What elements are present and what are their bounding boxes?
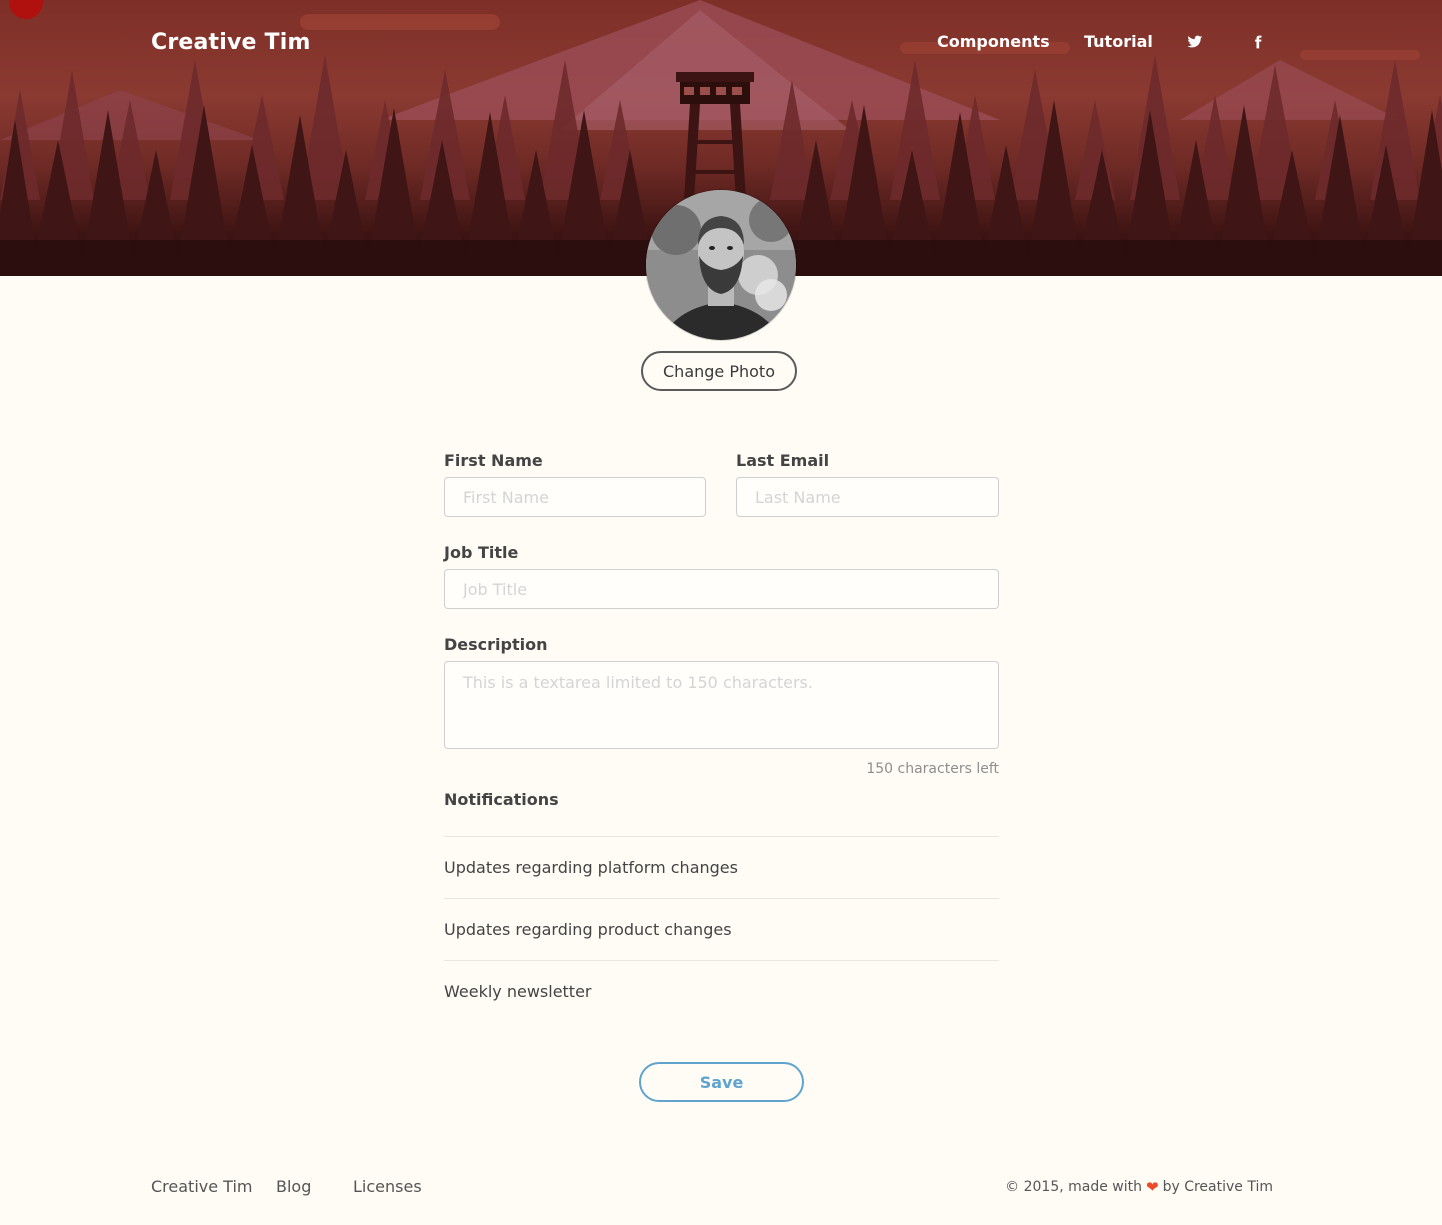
notification-label: Updates regarding platform changes	[444, 858, 738, 877]
notification-item-platform-changes[interactable]: Updates regarding platform changes	[444, 836, 999, 898]
facebook-icon[interactable]	[1251, 34, 1269, 52]
avatar-photo-illustration	[646, 190, 796, 340]
nav-link-tutorial[interactable]: Tutorial	[1084, 32, 1153, 51]
top-navigation: Components Tutorial	[0, 32, 1442, 54]
heart-icon: ❤	[1146, 1178, 1159, 1196]
footer-link-creative-tim[interactable]: Creative Tim	[151, 1177, 252, 1196]
save-button[interactable]: Save	[639, 1062, 804, 1102]
notification-item-product-changes[interactable]: Updates regarding product changes	[444, 898, 999, 960]
change-photo-button[interactable]: Change Photo	[641, 351, 797, 391]
footer-link-licenses[interactable]: Licenses	[353, 1177, 422, 1196]
job-title-input[interactable]	[444, 569, 999, 609]
notification-label: Updates regarding product changes	[444, 920, 732, 939]
notifications-heading: Notifications	[444, 790, 559, 809]
characters-left-counter: 150 characters left	[866, 761, 999, 777]
description-textarea[interactable]	[444, 661, 999, 749]
nav-link-components[interactable]: Components	[937, 32, 1050, 51]
notification-label: Weekly newsletter	[444, 982, 592, 1001]
profile-avatar	[646, 190, 796, 340]
copyright-suffix: by Creative Tim	[1162, 1179, 1273, 1195]
notifications-list: Updates regarding platform changes Updat…	[444, 836, 999, 1022]
notification-item-weekly-newsletter[interactable]: Weekly newsletter	[444, 960, 999, 1022]
job-title-label: Job Title	[444, 543, 519, 562]
last-name-label: Last Email	[736, 451, 830, 470]
first-name-input[interactable]	[444, 477, 706, 517]
last-name-input[interactable]	[736, 477, 999, 517]
description-label: Description	[444, 635, 548, 654]
twitter-icon[interactable]	[1187, 34, 1205, 52]
footer-link-blog[interactable]: Blog	[276, 1177, 311, 1196]
copyright-prefix: © 2015, made with	[1005, 1179, 1142, 1195]
first-name-label: First Name	[444, 451, 543, 470]
footer-copyright: © 2015, made with ❤ by Creative Tim	[1005, 1178, 1273, 1196]
